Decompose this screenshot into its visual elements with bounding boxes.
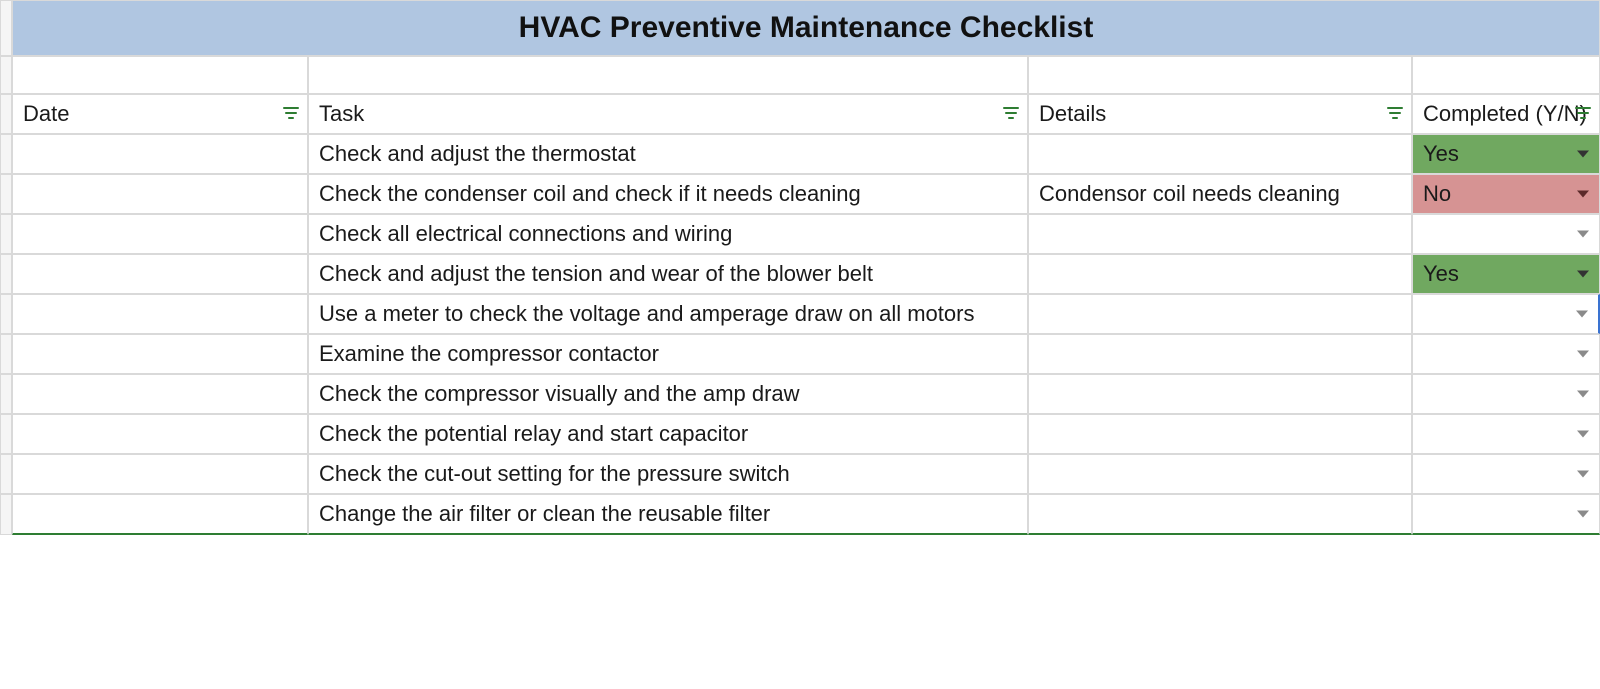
details-cell[interactable] [1028,334,1412,374]
blank-cell[interactable] [1028,56,1412,94]
completed-dropdown[interactable] [1412,414,1600,454]
details-cell[interactable] [1028,454,1412,494]
details-cell[interactable] [1028,414,1412,454]
blank-cell[interactable] [1412,56,1600,94]
completed-value: Yes [1423,261,1459,287]
task-cell[interactable]: Check the potential relay and start capa… [308,414,1028,454]
date-cell[interactable] [12,414,308,454]
column-header-completed[interactable]: Completed (Y/N) [1412,94,1600,134]
task-cell[interactable]: Check and adjust the tension and wear of… [308,254,1028,294]
details-cell[interactable] [1028,214,1412,254]
chevron-down-icon [1577,431,1589,438]
filter-icon[interactable] [283,107,299,121]
completed-dropdown[interactable] [1412,214,1600,254]
column-header-details[interactable]: Details [1028,94,1412,134]
date-cell[interactable] [12,374,308,414]
completed-dropdown[interactable] [1412,334,1600,374]
task-cell[interactable]: Check and adjust the thermostat [308,134,1028,174]
filter-icon[interactable] [1003,107,1019,121]
sheet-title: HVAC Preventive Maintenance Checklist [12,0,1600,56]
chevron-down-icon [1577,511,1589,518]
completed-value: Yes [1423,141,1459,167]
completed-value: No [1423,181,1451,207]
date-cell[interactable] [12,494,308,535]
completed-dropdown[interactable]: Yes [1412,254,1600,294]
column-header-label: Completed (Y/N) [1423,101,1587,127]
completed-dropdown[interactable] [1412,374,1600,414]
chevron-down-icon [1577,271,1589,278]
task-cell[interactable]: Check the cut-out setting for the pressu… [308,454,1028,494]
date-cell[interactable] [12,334,308,374]
chevron-down-icon [1577,471,1589,478]
filter-icon[interactable] [1387,107,1403,121]
task-cell[interactable]: Check all electrical connections and wir… [308,214,1028,254]
column-header-date[interactable]: Date [12,94,308,134]
details-cell[interactable] [1028,494,1412,535]
task-cell[interactable]: Examine the compressor contactor [308,334,1028,374]
column-header-label: Date [23,101,69,127]
task-cell[interactable]: Change the air filter or clean the reusa… [308,494,1028,535]
filter-icon[interactable] [1575,107,1591,121]
task-cell[interactable]: Check the compressor visually and the am… [308,374,1028,414]
chevron-down-icon [1577,151,1589,158]
details-cell[interactable] [1028,254,1412,294]
date-cell[interactable] [12,254,308,294]
completed-dropdown[interactable] [1412,494,1600,535]
column-header-label: Details [1039,101,1106,127]
column-header-task[interactable]: Task [308,94,1028,134]
chevron-down-icon [1577,191,1589,198]
details-cell[interactable] [1028,134,1412,174]
completed-dropdown[interactable] [1412,294,1600,334]
blank-cell[interactable] [308,56,1028,94]
task-cell[interactable]: Check the condenser coil and check if it… [308,174,1028,214]
date-cell[interactable] [12,454,308,494]
task-cell[interactable]: Use a meter to check the voltage and amp… [308,294,1028,334]
chevron-down-icon [1577,391,1589,398]
completed-dropdown[interactable]: No [1412,174,1600,214]
date-cell[interactable] [12,294,308,334]
chevron-down-icon [1577,351,1589,358]
details-cell[interactable] [1028,374,1412,414]
completed-dropdown[interactable]: Yes [1412,134,1600,174]
completed-dropdown[interactable] [1412,454,1600,494]
column-header-label: Task [319,101,364,127]
details-cell[interactable] [1028,294,1412,334]
chevron-down-icon [1577,231,1589,238]
date-cell[interactable] [12,214,308,254]
blank-cell[interactable] [12,56,308,94]
date-cell[interactable] [12,134,308,174]
details-cell[interactable]: Condensor coil needs cleaning [1028,174,1412,214]
date-cell[interactable] [12,174,308,214]
chevron-down-icon [1576,311,1588,318]
